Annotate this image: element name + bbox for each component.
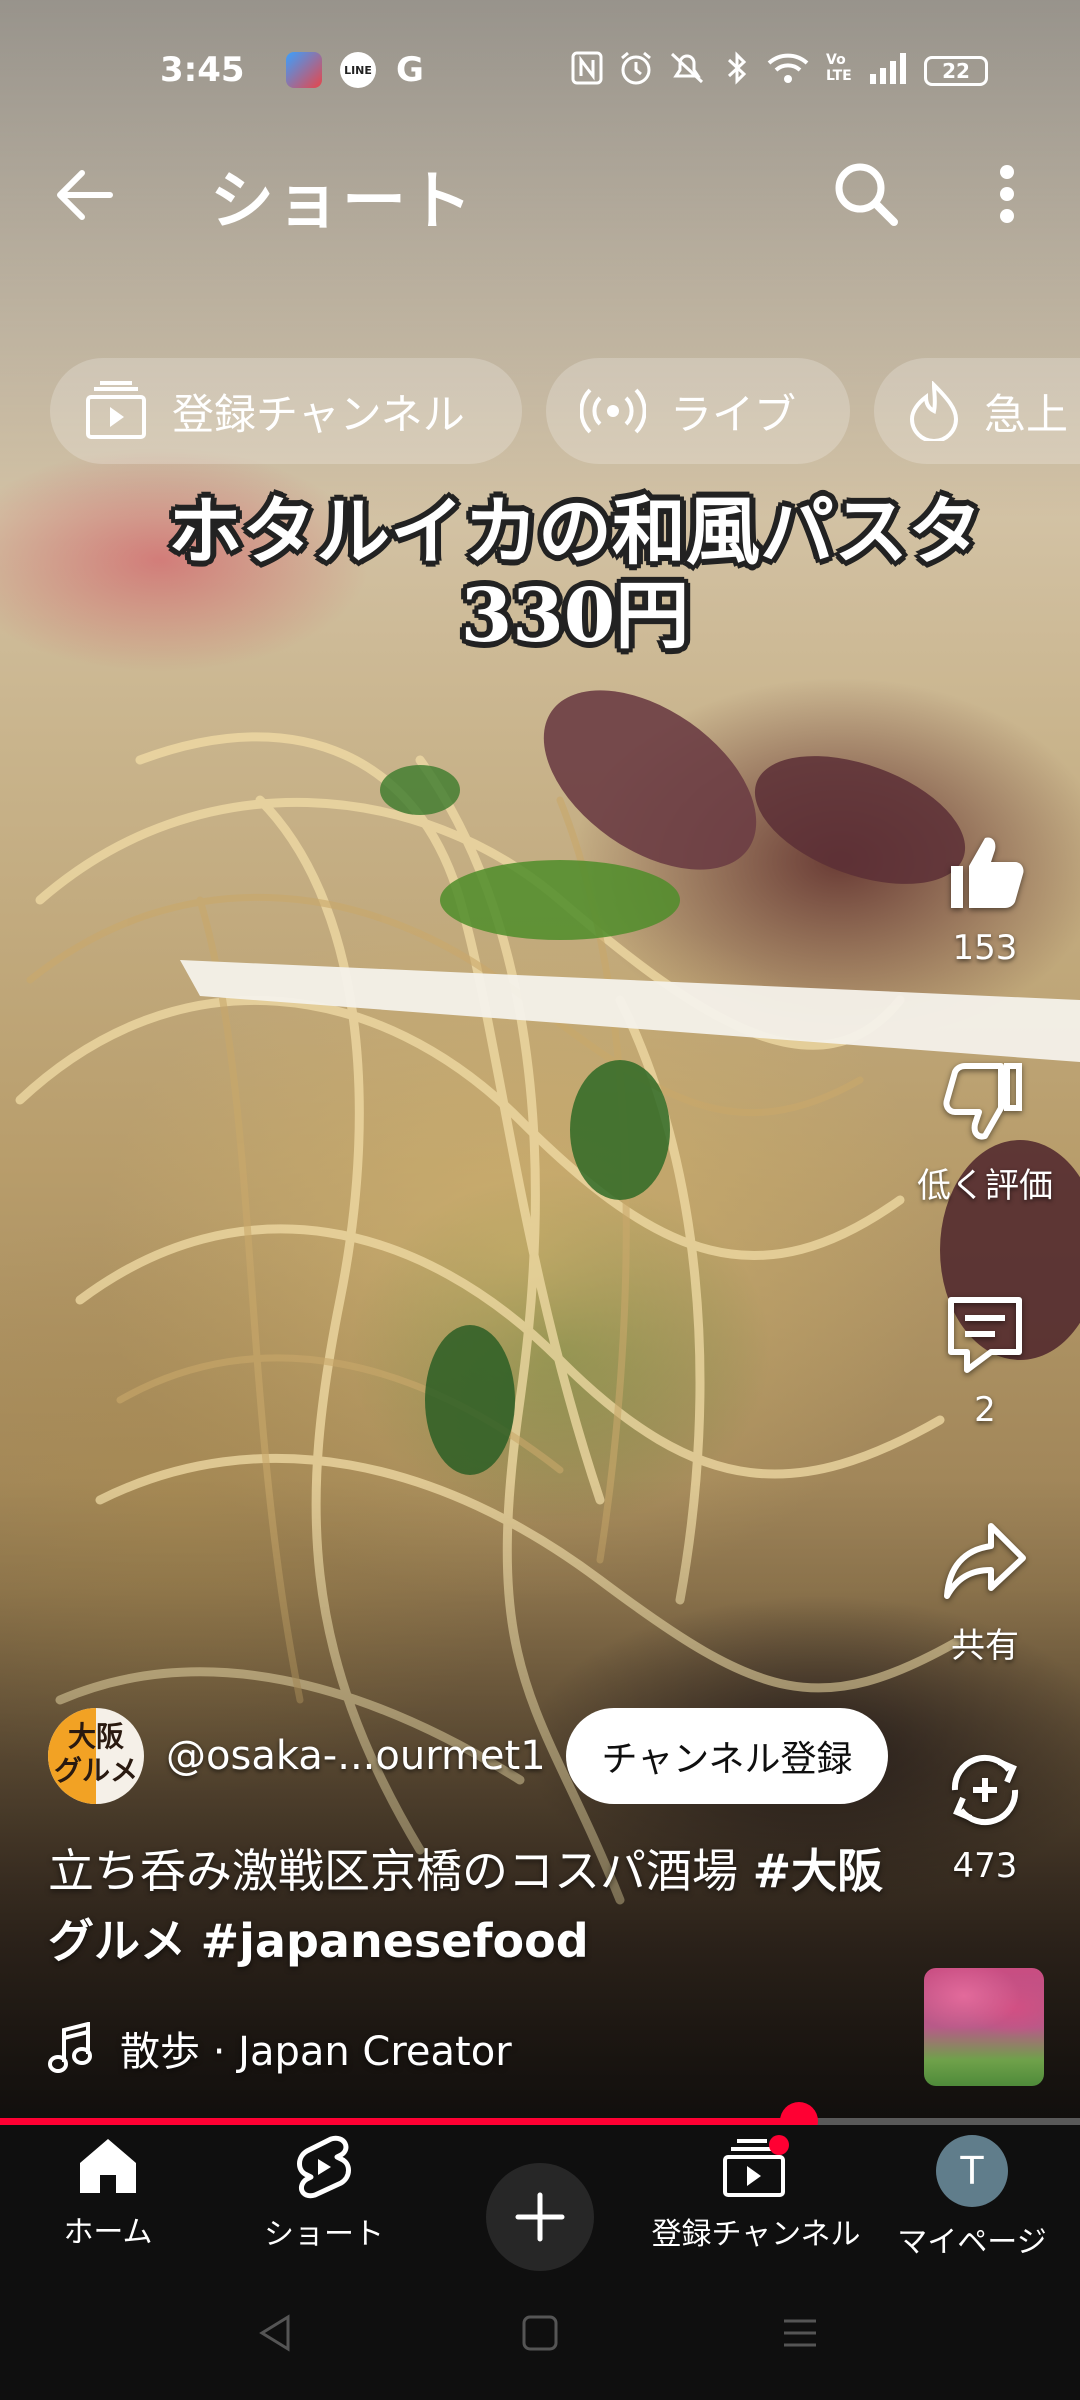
signal-icon — [870, 53, 906, 84]
news-app-icon — [286, 52, 322, 88]
description-text: 立ち呑み激戦区京橋のコスパ酒場 — [48, 1844, 753, 1898]
recents-menu-icon[interactable] — [778, 2311, 822, 2355]
dislike-button[interactable]: 低く評価 — [900, 1060, 1070, 1207]
nav-shorts[interactable]: ショート — [224, 2135, 424, 2253]
comment-button[interactable]: 2 — [920, 1292, 1050, 1430]
create-button[interactable] — [486, 2163, 594, 2271]
remix-button[interactable]: 473 — [920, 1748, 1050, 1886]
chip-live[interactable]: ライブ — [546, 358, 850, 464]
home-square-icon[interactable] — [518, 2311, 562, 2355]
remix-count: 473 — [952, 1846, 1018, 1886]
comment-count: 2 — [974, 1390, 996, 1430]
overlay-line-2: 330円 — [460, 573, 690, 659]
nav-label: ホーム — [63, 2215, 153, 2250]
comment-icon — [948, 1297, 1022, 1373]
like-count: 153 — [952, 928, 1018, 968]
channel-name[interactable]: @osaka-...ourmet1 — [166, 1733, 546, 1779]
like-button[interactable]: 153 — [920, 830, 1050, 968]
hashtag-link[interactable]: #japanesefood — [201, 1914, 589, 1968]
volte-icon: Vo LTE — [826, 52, 852, 84]
alarm-icon — [621, 51, 651, 85]
chip-trending[interactable]: 急上 — [874, 358, 1080, 464]
channel-avatar[interactable]: 大阪 グルメ — [48, 1708, 144, 1804]
bottom-navigation: ホーム ショート 登録チャンネル T マイページ — [0, 2125, 1080, 2285]
home-icon — [80, 2139, 136, 2193]
mute-icon — [670, 52, 704, 84]
chip-label: 急上 — [984, 389, 1069, 439]
back-triangle-icon[interactable] — [254, 2311, 298, 2355]
subscribe-button[interactable]: チャンネル登録 — [566, 1708, 888, 1804]
nav-mypage[interactable]: T マイページ — [872, 2135, 1072, 2261]
dislike-label: 低く評価 — [917, 1166, 1053, 1206]
music-info[interactable]: 散歩 · Japan Creator — [48, 2018, 512, 2078]
wifi-icon — [767, 53, 809, 83]
sound-thumbnail[interactable] — [924, 1968, 1044, 2086]
music-label: 散歩 · Japan Creator — [120, 2029, 512, 2075]
search-icon[interactable] — [830, 158, 902, 230]
chip-subscriptions[interactable]: 登録チャンネル — [50, 358, 522, 464]
line-app-icon: LINE — [340, 52, 376, 88]
share-icon — [944, 1523, 1026, 1599]
nav-label: 登録チャンネル — [651, 2217, 861, 2252]
nav-label: ショート — [264, 2217, 384, 2252]
video-progress-bar[interactable] — [0, 2102, 1080, 2140]
overlay-line-1: ホタルイカの和風パスタ — [168, 489, 982, 575]
system-navigation-bar — [0, 2285, 1080, 2400]
more-options-icon[interactable] — [982, 158, 1032, 230]
remix-icon — [951, 1754, 1019, 1826]
thumbs-down-icon — [943, 1063, 1022, 1140]
profile-avatar: T — [936, 2135, 1008, 2207]
subscriptions-icon — [723, 2135, 789, 2197]
status-time: 3:45 — [160, 50, 245, 90]
live-icon — [580, 388, 646, 434]
google-app-icon: G — [396, 50, 424, 90]
music-note-icon — [48, 2022, 92, 2073]
filter-chips: 登録チャンネル ライブ 急上 — [0, 358, 1080, 468]
chip-label: 登録チャンネル — [172, 389, 465, 439]
battery-indicator: 22 — [924, 56, 988, 86]
share-label: 共有 — [951, 1626, 1019, 1666]
nav-label: マイページ — [897, 2225, 1047, 2260]
trending-icon — [909, 381, 959, 441]
nfc-icon — [571, 51, 603, 85]
avatar-text: 大阪 グルメ — [53, 1720, 138, 1787]
video-caption-overlay: ホタルイカの和風パスタ 330円 — [0, 490, 1080, 658]
chip-label: ライブ — [670, 389, 797, 439]
video-description[interactable]: 立ち呑み激戦区京橋のコスパ酒場 #大阪グルメ #japanesefood — [48, 1836, 888, 1976]
progress-fill — [0, 2118, 800, 2125]
plus-icon — [515, 2192, 565, 2242]
bluetooth-icon — [727, 51, 747, 85]
nav-home[interactable]: ホーム — [8, 2135, 208, 2251]
share-button[interactable]: 共有 — [920, 1520, 1050, 1667]
subscriptions-icon — [86, 381, 146, 439]
thumbs-up-icon — [951, 837, 1024, 908]
back-button[interactable] — [50, 160, 120, 230]
shorts-icon — [297, 2135, 351, 2199]
subscribe-label: チャンネル登録 — [601, 1739, 853, 1780]
app-header: ショート — [0, 140, 1080, 250]
nav-subscriptions[interactable]: 登録チャンネル — [651, 2135, 861, 2253]
page-title: ショート — [210, 165, 474, 239]
status-bar: 3:45 LINE G Vo LTE 22 — [0, 0, 1080, 140]
